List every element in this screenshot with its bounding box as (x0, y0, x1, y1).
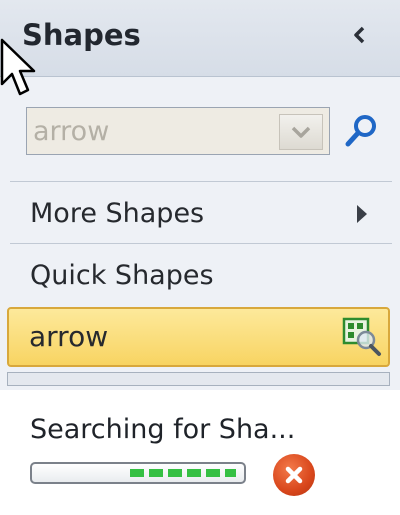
chevron-down-icon (291, 126, 311, 138)
search-dropdown-button[interactable] (279, 114, 323, 150)
stencil-item-arrow[interactable]: arrow (7, 307, 390, 367)
divider (10, 243, 392, 244)
more-shapes-label: More Shapes (30, 197, 205, 229)
stencil-search-icon (342, 317, 381, 356)
chevron-left-icon (354, 26, 365, 44)
stencil-item-label: arrow (29, 320, 109, 353)
search-row (26, 107, 386, 157)
submenu-arrow-icon (354, 202, 370, 226)
quick-shapes-menu-item[interactable]: Quick Shapes (30, 250, 214, 300)
shapes-pane: Shapes More Shapes (0, 0, 400, 515)
more-shapes-menu-item[interactable]: More Shapes (30, 188, 204, 238)
search-combobox[interactable] (26, 107, 330, 155)
search-input[interactable] (29, 110, 283, 152)
search-progress-fill (130, 469, 236, 477)
horizontal-scrollbar[interactable] (7, 372, 390, 386)
search-progress-bar (30, 462, 246, 484)
search-button[interactable] (342, 111, 380, 151)
quick-shapes-label: Quick Shapes (30, 259, 214, 291)
cancel-search-button[interactable] (273, 454, 315, 496)
search-results-area: Searching for Sha... (0, 390, 400, 515)
divider (10, 181, 392, 182)
pane-header: Shapes (0, 0, 400, 77)
close-icon (285, 466, 303, 484)
search-icon (345, 115, 376, 147)
mouse-cursor-icon (0, 38, 36, 96)
collapse-pane-button[interactable] (348, 20, 370, 50)
search-status-text: Searching for Sha... (30, 414, 296, 445)
pane-title: Shapes (22, 18, 141, 52)
